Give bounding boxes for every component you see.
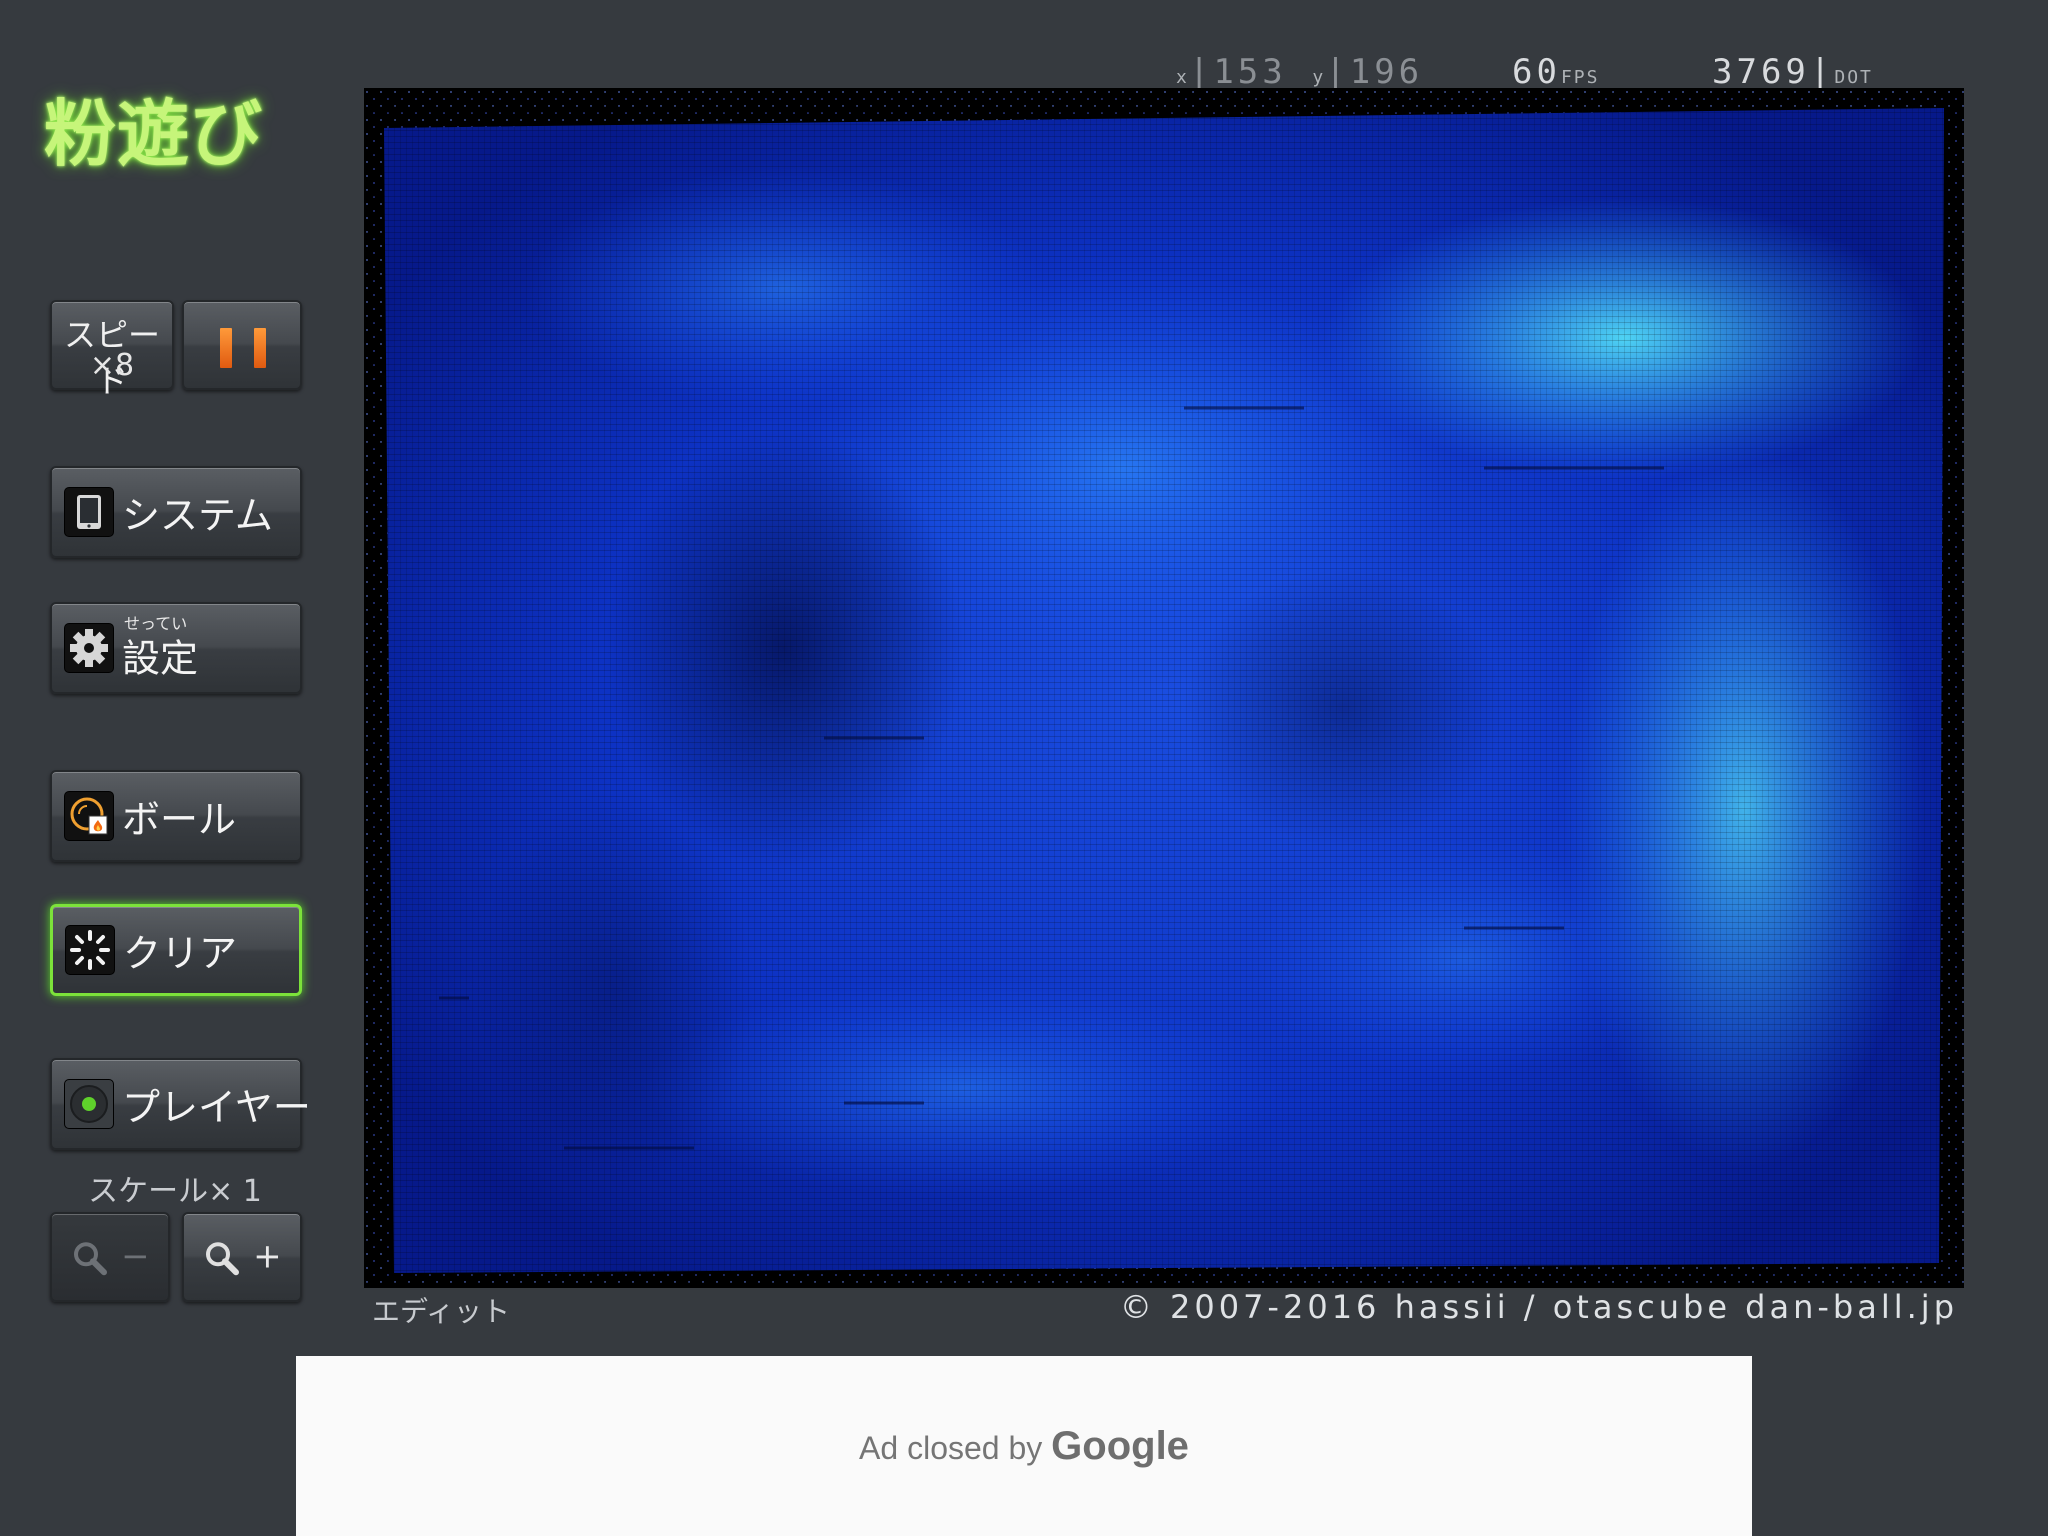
settings-button[interactable]: せってい 設定 (50, 602, 302, 694)
hud-dot-count: 3769|DOT (1712, 52, 1873, 92)
page: 粉遊び スピード ×8 システム せってい 設定 ボール クリア プレイヤー ス… (0, 0, 2048, 1536)
clear-label: クリア (123, 931, 238, 976)
particle-field (364, 88, 1964, 1288)
zoom-in-symbol: + (253, 1236, 282, 1277)
ad-text: Ad closed by Google (296, 1424, 1752, 1469)
system-label: システム (122, 493, 273, 538)
simulation-canvas[interactable] (364, 88, 1964, 1288)
hud-x-label: x (1176, 67, 1189, 88)
hud-dot-value: 3769 (1712, 52, 1810, 92)
google-logo: Google (1051, 1424, 1189, 1468)
ball-button[interactable]: ボール (50, 770, 302, 862)
zoom-out-symbol: − (121, 1236, 150, 1277)
ball-fire-icon (64, 791, 114, 841)
scale-label: スケール× 1 (88, 1174, 262, 1209)
hud-y-label: y (1312, 67, 1326, 88)
tablet-icon (64, 487, 114, 537)
player-button[interactable]: プレイヤー (50, 1058, 311, 1150)
system-button[interactable]: システム (50, 466, 302, 558)
magnifier-plus-icon (202, 1236, 253, 1276)
hud-x-value: 153 (1213, 52, 1287, 92)
hud-y-value: 196 (1349, 52, 1424, 92)
player-label: プレイヤー (122, 1085, 311, 1130)
player-dot-icon (64, 1079, 114, 1129)
zoom-in-content: + (184, 1236, 300, 1278)
edit-label[interactable]: エディット (372, 1290, 510, 1330)
hud-fps-unit: FPS (1560, 67, 1600, 88)
settings-label: 設定 (122, 636, 199, 681)
zoom-in-button[interactable]: + (182, 1212, 302, 1302)
hud-dot-unit: DOT (1834, 67, 1873, 88)
speed-multiplier: ×8 (89, 348, 135, 383)
hud-coordinates: x|153 y|196 (1176, 52, 1424, 92)
clear-button[interactable]: クリア (50, 904, 302, 996)
zoom-out-content: − (52, 1236, 168, 1278)
hud-fps: 60FPS (1512, 52, 1599, 92)
zoom-out-button[interactable]: − (50, 1212, 170, 1302)
speed-button[interactable]: スピード ×8 (50, 300, 174, 400)
copyright: © 2007-2016 hassii / otascube dan-ball.j… (1119, 1288, 1958, 1326)
ball-label: ボール (122, 797, 237, 842)
app-logo: 粉遊び (44, 92, 264, 176)
ad-banner: Ad closed by Google (296, 1356, 1752, 1536)
magnifier-minus-icon (70, 1236, 121, 1276)
spinner-icon (65, 925, 115, 975)
pause-button[interactable] (182, 300, 302, 390)
hud-fps-value: 60 (1512, 52, 1561, 92)
gear-icon (64, 623, 114, 673)
ad-closed-label: Ad closed by (859, 1430, 1043, 1466)
